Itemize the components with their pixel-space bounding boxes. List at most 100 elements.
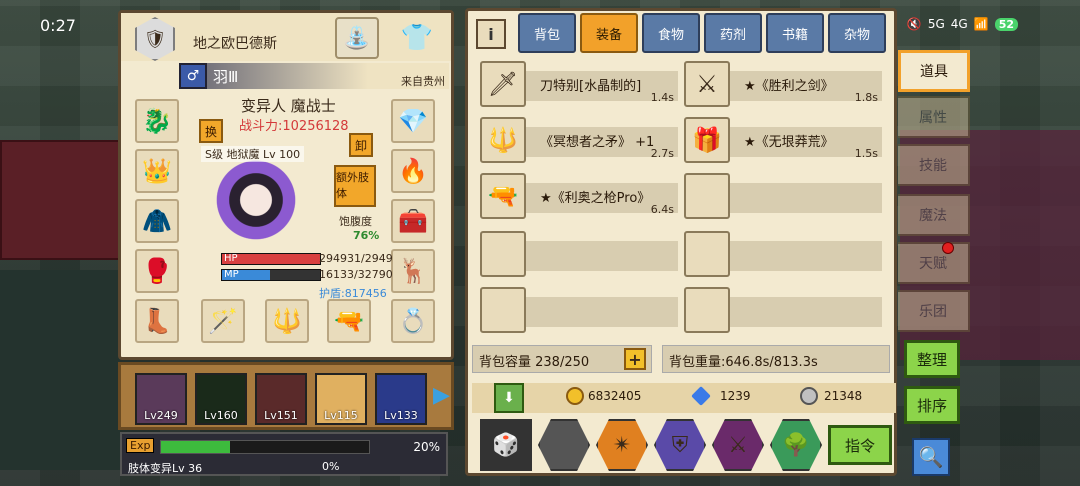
side-tab-skills[interactable]: 技能 xyxy=(898,144,970,186)
tab-misc[interactable]: 杂物 xyxy=(828,13,886,53)
download-button[interactable]: ⬇ xyxy=(494,383,524,413)
skill-slot-blade[interactable]: ⚔ xyxy=(712,419,764,471)
extra-limb-button[interactable]: 额外肢体 xyxy=(334,165,376,207)
gun-icon: 🔫 xyxy=(334,307,364,335)
command-button[interactable]: 指令 xyxy=(828,425,892,465)
party-member-level: Lv249 xyxy=(144,409,178,422)
exp-tag: Exp xyxy=(126,438,155,453)
empty-slot[interactable] xyxy=(480,231,678,279)
equip-slot-amulet[interactable]: 💎 xyxy=(391,99,435,143)
sort-button[interactable]: 排序 xyxy=(904,386,960,424)
party-member-1[interactable]: Lv249 xyxy=(135,373,187,425)
side-tab-items[interactable]: 道具 xyxy=(898,50,970,92)
teleport-button[interactable]: ⛲ xyxy=(335,17,379,59)
tab-food[interactable]: 食物 xyxy=(642,13,700,53)
item-weight: 2.7s xyxy=(650,147,674,160)
gold-coin-icon xyxy=(566,387,584,405)
side-tab-band[interactable]: 乐团 xyxy=(898,290,970,332)
equip-slot-head[interactable]: 🐉 xyxy=(135,99,179,143)
inventory-item[interactable]: 🗡 刀特别[水晶制的] 1.4s xyxy=(480,61,678,109)
exp-bar xyxy=(160,440,370,454)
number-blocks-icon: 🎲 xyxy=(492,432,520,458)
equip-slot-ring4[interactable]: 💍 xyxy=(391,299,435,343)
empty-slot[interactable] xyxy=(684,173,882,221)
equip-slot-ring1[interactable]: 🔥 xyxy=(391,149,435,193)
wardrobe-button[interactable]: 👕 xyxy=(387,17,447,59)
dice-button[interactable]: 🎲 xyxy=(480,419,532,471)
item-name: ★《无垠莽荒》 xyxy=(744,135,834,150)
equip-slot-weapon1[interactable]: 🪄 xyxy=(201,299,245,343)
gem-amount: 1239 xyxy=(720,389,751,403)
equip-slot-weapon2[interactable]: 🔱 xyxy=(265,299,309,343)
item-icon xyxy=(480,231,526,277)
side-tab-magic[interactable]: 魔法 xyxy=(898,194,970,236)
gold-amount: 6832405 xyxy=(588,389,642,403)
equip-slot-armor[interactable]: 🧥 xyxy=(135,199,179,243)
party-next-arrow-icon[interactable]: ▶ xyxy=(433,383,450,408)
info-button[interactable]: i xyxy=(476,19,506,49)
party-member-3[interactable]: Lv151 xyxy=(255,373,307,425)
empty-skill-slot[interactable] xyxy=(538,419,590,471)
search-button[interactable]: 🔍 xyxy=(912,438,950,476)
party-member-2[interactable]: Lv160 xyxy=(195,373,247,425)
equip-slot-necklace[interactable]: 👑 xyxy=(135,149,179,193)
staff-icon: 🪄 xyxy=(208,307,238,335)
signal-4g: 4G xyxy=(950,17,968,31)
tab-books[interactable]: 书籍 xyxy=(766,13,824,53)
inventory-item[interactable]: 🔱 《冥想者之矛》 +1 2.7s xyxy=(480,117,678,165)
swap-button[interactable]: 换 xyxy=(199,119,223,143)
item-icon xyxy=(684,173,730,219)
equip-slot-weapon3[interactable]: 🔫 xyxy=(327,299,371,343)
status-time: 0:27 xyxy=(40,16,76,35)
expand-capacity-button[interactable]: + xyxy=(624,348,646,370)
equip-slot-ring3[interactable]: 🦌 xyxy=(391,249,435,293)
skill-slot-fire[interactable]: ✴ xyxy=(596,419,648,471)
dark-floor-tile xyxy=(0,270,120,470)
extra-limb-label: 额外肢体 xyxy=(336,171,369,200)
item-name: 刀特别[水晶制的] xyxy=(540,79,642,94)
item-weight: 1.8s xyxy=(854,91,878,104)
hunger-value: 76% xyxy=(353,229,380,242)
equip-slot-boots[interactable]: 👢 xyxy=(135,299,179,343)
side-tab-talent[interactable]: 天赋 xyxy=(898,242,970,284)
exp-fill xyxy=(161,441,230,453)
item-icon xyxy=(684,231,730,277)
party-member-5[interactable]: Lv133 xyxy=(375,373,427,425)
tab-equipment[interactable]: 装备 xyxy=(580,13,638,53)
bag-weight: 背包重量:646.8s/813.3s xyxy=(662,345,890,373)
item-bar xyxy=(724,297,882,327)
inventory-item[interactable]: 🔫 ★《利奥之枪Pro》 6.4s xyxy=(480,173,678,221)
skill-slot-shield[interactable]: ⛨ xyxy=(654,419,706,471)
party-member-4[interactable]: Lv115 xyxy=(315,373,367,425)
item-icon: 🎁 xyxy=(684,117,730,163)
empty-slot[interactable] xyxy=(684,287,882,335)
search-icon: 🔍 xyxy=(918,445,944,469)
equip-slot-gloves[interactable]: 🥊 xyxy=(135,249,179,293)
empty-slot[interactable] xyxy=(684,231,882,279)
player-origin: 来自贵州 xyxy=(401,75,445,88)
hp-label: HP xyxy=(224,253,238,264)
inventory-item[interactable]: ⚔ ★《胜利之剑》 1.8s xyxy=(684,61,882,109)
empty-slot[interactable] xyxy=(480,287,678,335)
battery-indicator: 52 xyxy=(994,17,1018,31)
inventory-panel: i 背包 装备 食物 药剂 书籍 杂物 🗡 刀特别[水晶制的] 1.4s ⚔ ★… xyxy=(465,8,897,476)
item-icon: 🗡 xyxy=(480,61,526,107)
equip-slot-ring2[interactable]: 🧰 xyxy=(391,199,435,243)
status-icons: 🔇 5G 4G 📶 52 xyxy=(907,17,1018,31)
hp-value: 294931/2949 xyxy=(319,252,393,265)
side-tab-attributes[interactable]: 属性 xyxy=(898,96,970,138)
unequip-button[interactable]: 卸 xyxy=(349,133,373,157)
arrange-button[interactable]: 整理 xyxy=(904,340,960,378)
party-bar: Lv249 Lv160 Lv151 Lv115 Lv133 ▶ xyxy=(118,362,454,430)
crown-icon: 🔥 xyxy=(398,157,428,185)
player-name: 羽Ⅲ xyxy=(213,68,239,86)
inventory-item[interactable]: 🎁 ★《无垠莽荒》 1.5s xyxy=(684,117,882,165)
gold-ornament-icon: 👑 xyxy=(142,157,172,185)
tab-potion[interactable]: 药剂 xyxy=(704,13,762,53)
tab-backpack[interactable]: 背包 xyxy=(518,13,576,53)
player-class: 变异人 魔战士 xyxy=(241,97,336,115)
skill-slot-nature[interactable]: 🌳 xyxy=(770,419,822,471)
item-name: 《冥想者之矛》 +1 xyxy=(540,135,655,150)
inventory-tabs: 背包 装备 食物 药剂 书籍 杂物 xyxy=(518,13,886,53)
item-icon: ⚔ xyxy=(684,61,730,107)
